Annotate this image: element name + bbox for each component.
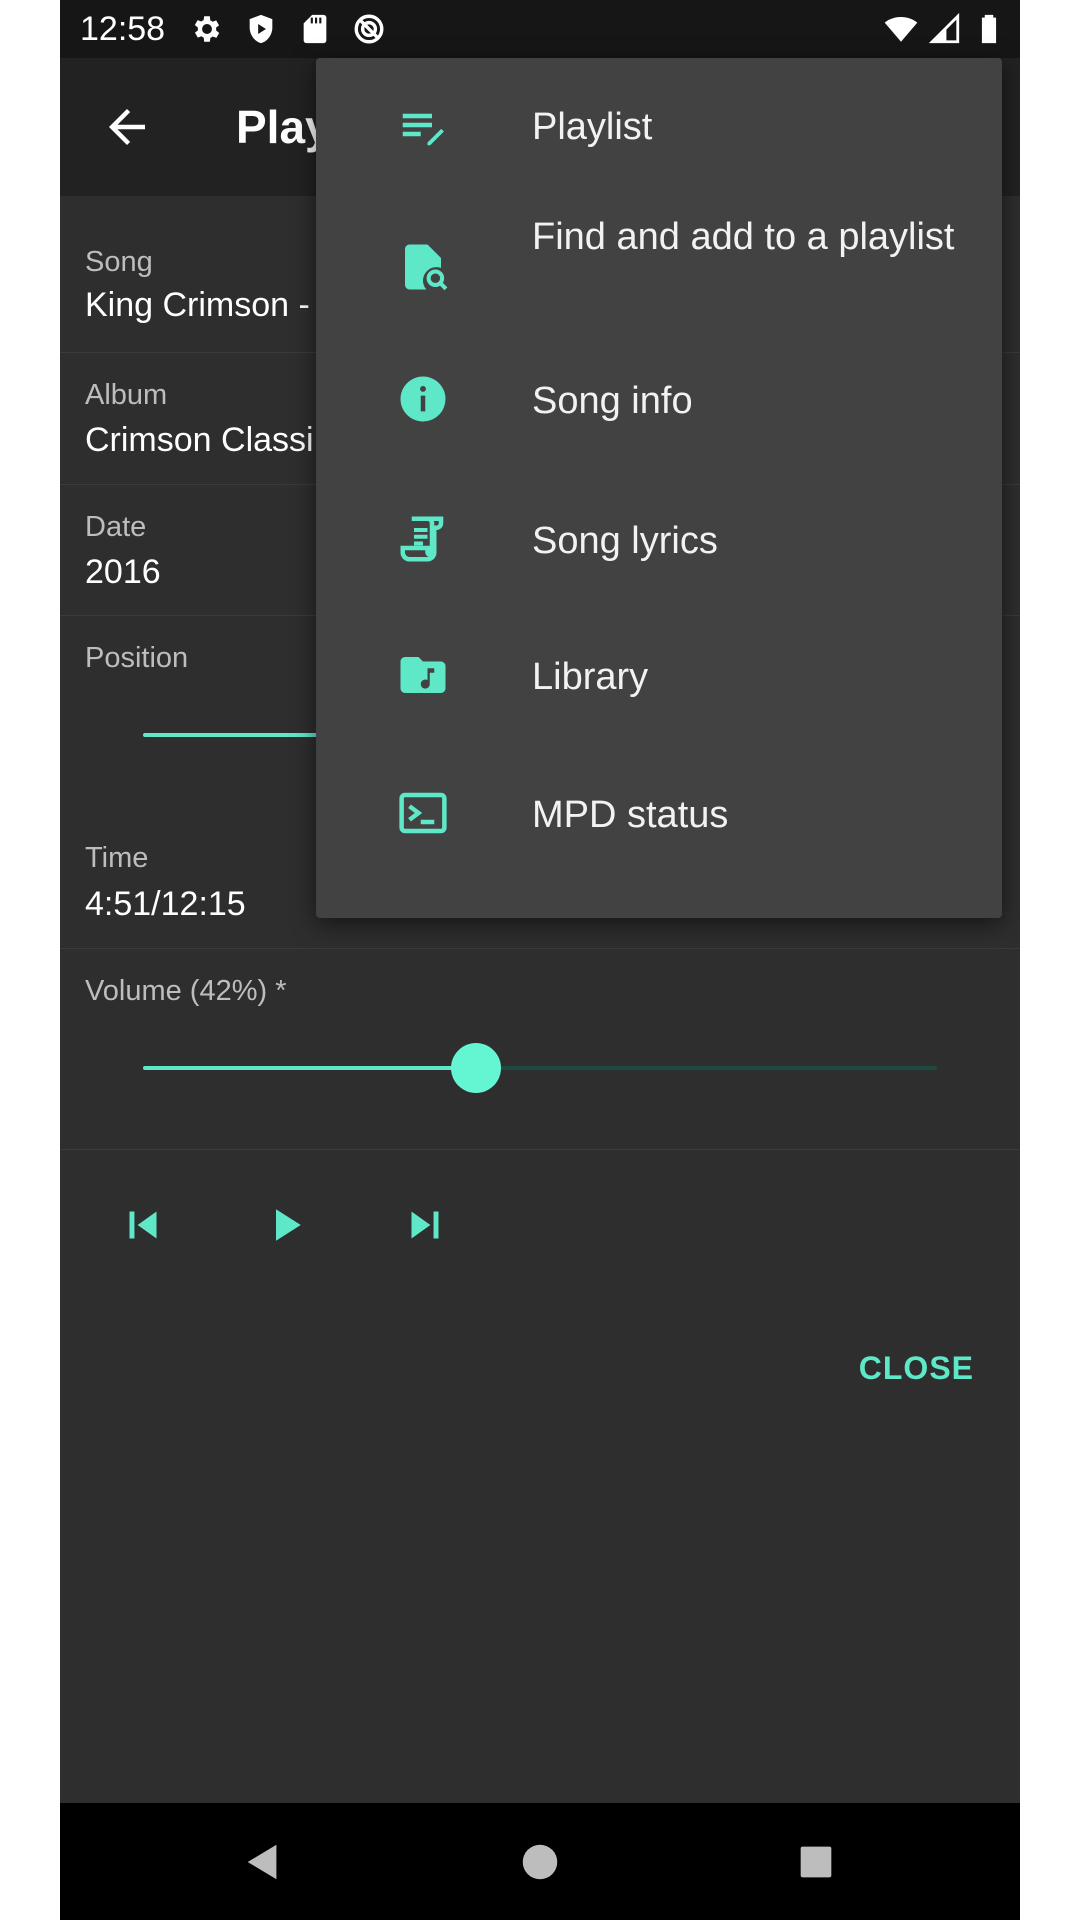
date-value: 2016 [85, 553, 161, 591]
menu-item-label: Song info [532, 380, 693, 422]
album-value: Crimson Classi [85, 421, 314, 459]
skip-previous-icon[interactable] [116, 1198, 170, 1252]
position-label: Position [85, 642, 189, 674]
recents-square-icon[interactable] [793, 1839, 839, 1885]
music-folder-icon [396, 648, 450, 702]
wifi-icon [884, 12, 918, 46]
navigation-bar [60, 1803, 1020, 1920]
status-right-icons [884, 12, 1006, 46]
album-label: Album [85, 379, 168, 411]
menu-item-label: Find and add to a playlist [532, 216, 955, 258]
play-icon[interactable] [258, 1198, 312, 1252]
shield-icon [244, 12, 278, 46]
home-circle-icon[interactable] [517, 1839, 563, 1885]
time-label: Time [85, 842, 149, 874]
volume-slider-fill [143, 1066, 477, 1070]
menu-item-song-lyrics[interactable]: Song lyrics [316, 472, 1002, 610]
menu-item-label: Song lyrics [532, 520, 718, 562]
song-value: King Crimson - [85, 286, 310, 324]
transport-controls [60, 1190, 1020, 1260]
menu-item-song-info[interactable]: Song info [316, 336, 1002, 472]
volume-slider[interactable] [143, 1043, 937, 1093]
cell-signal-icon [928, 12, 962, 46]
skip-next-icon[interactable] [398, 1198, 452, 1252]
file-search-icon [396, 240, 450, 294]
phone-screen: 12:58 Play Song King Crimson - Album Cri… [60, 0, 1020, 1920]
sync-disabled-icon [352, 12, 386, 46]
volume-slider-thumb[interactable] [451, 1043, 502, 1093]
battery-icon [972, 12, 1006, 46]
back-arrow-icon[interactable] [100, 100, 154, 154]
playlist-edit-icon [396, 98, 450, 152]
volume-row: Volume (42%) * [60, 949, 1020, 1150]
menu-item-label: MPD status [532, 794, 729, 836]
date-label: Date [85, 511, 147, 543]
back-triangle-icon[interactable] [240, 1839, 286, 1885]
info-icon [396, 372, 450, 426]
status-time: 12:58 [80, 10, 166, 48]
menu-item-mpd-status[interactable]: MPD status [316, 746, 1002, 884]
time-value: 4:51/12:15 [85, 885, 246, 923]
volume-label: Volume (42%) * [85, 975, 287, 1007]
close-button[interactable]: CLOSE [859, 1350, 974, 1387]
menu-item-library[interactable]: Library [316, 610, 1002, 746]
menu-item-playlist[interactable]: Playlist [316, 58, 1002, 196]
lyrics-icon [396, 512, 450, 566]
settings-icon [190, 12, 224, 46]
song-label: Song [85, 246, 153, 278]
menu-item-label: Library [532, 656, 649, 698]
menu-item-label: Playlist [532, 106, 653, 148]
status-bar: 12:58 [60, 0, 1020, 58]
menu-item-find-add[interactable]: Find and add to a playlist [316, 196, 1002, 336]
status-left-icons [190, 12, 386, 46]
terminal-icon [396, 786, 450, 840]
overflow-menu: Playlist Find and add to a playlist Song… [316, 58, 1002, 918]
sd-card-icon [298, 12, 332, 46]
